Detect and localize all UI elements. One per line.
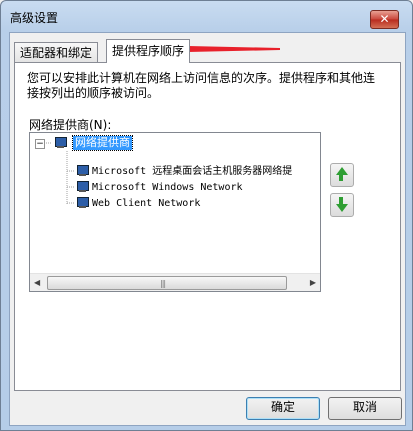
close-button[interactable]: ✕ — [370, 10, 399, 29]
tree-connector-lines — [44, 142, 74, 204]
up-arrow-stem — [339, 174, 343, 181]
ok-button[interactable]: 确定 — [246, 397, 320, 420]
cancel-button[interactable]: 取消 — [328, 397, 402, 420]
title-bar[interactable]: 高级设置 ✕ — [1, 1, 412, 29]
move-up-button[interactable] — [330, 163, 354, 187]
collapse-toggle-icon[interactable]: − — [35, 139, 45, 149]
network-provider-icon — [76, 165, 89, 177]
down-arrow-stem — [339, 197, 343, 204]
window-title: 高级设置 — [10, 11, 59, 25]
network-root-icon — [54, 137, 67, 149]
tab-adapters-and-bindings[interactable]: 适配器和绑定 — [14, 42, 99, 63]
network-provider-icon — [76, 197, 89, 209]
advanced-settings-dialog: 高级设置 ✕ 适配器和绑定 提供程序顺序 您可以安排此计算机在网络上访问信息的次… — [0, 0, 413, 431]
network-providers-tree[interactable]: − 网络提供商 Microsoft 远程桌面会话主机服务器网络提 Microso… — [29, 132, 321, 292]
tree-item-web-client-network[interactable]: Web Client Network — [92, 196, 200, 211]
dialog-client-area: 适配器和绑定 提供程序顺序 您可以安排此计算机在网络上访问信息的次序。提供程序和… — [9, 32, 406, 426]
tree-root-network-providers[interactable]: 网络提供商 — [72, 135, 133, 151]
scrollbar-thumb[interactable]: ||| — [47, 276, 287, 290]
scroll-left-icon[interactable]: ◀ — [34, 278, 40, 287]
down-arrow-icon — [336, 204, 348, 212]
horizontal-scrollbar[interactable]: ◀ ||| ▶ — [30, 273, 320, 291]
description-text: 您可以安排此计算机在网络上访问信息的次序。提供程序和其他连接按列出的顺序被访问。 — [27, 71, 376, 100]
tree-item-windows-network[interactable]: Microsoft Windows Network — [92, 180, 243, 195]
network-providers-label: 网络提供商(N): — [29, 118, 112, 132]
move-down-button[interactable] — [330, 193, 354, 217]
tree-item-rds-provider[interactable]: Microsoft 远程桌面会话主机服务器网络提 — [92, 164, 292, 179]
grip-icon: ||| — [160, 279, 166, 288]
tab-provider-order[interactable]: 提供程序顺序 — [106, 39, 191, 63]
provider-order-panel: 您可以安排此计算机在网络上访问信息的次序。提供程序和其他连接按列出的顺序被访问。… — [14, 62, 401, 391]
network-provider-icon — [76, 181, 89, 193]
scroll-right-icon[interactable]: ▶ — [310, 278, 316, 287]
